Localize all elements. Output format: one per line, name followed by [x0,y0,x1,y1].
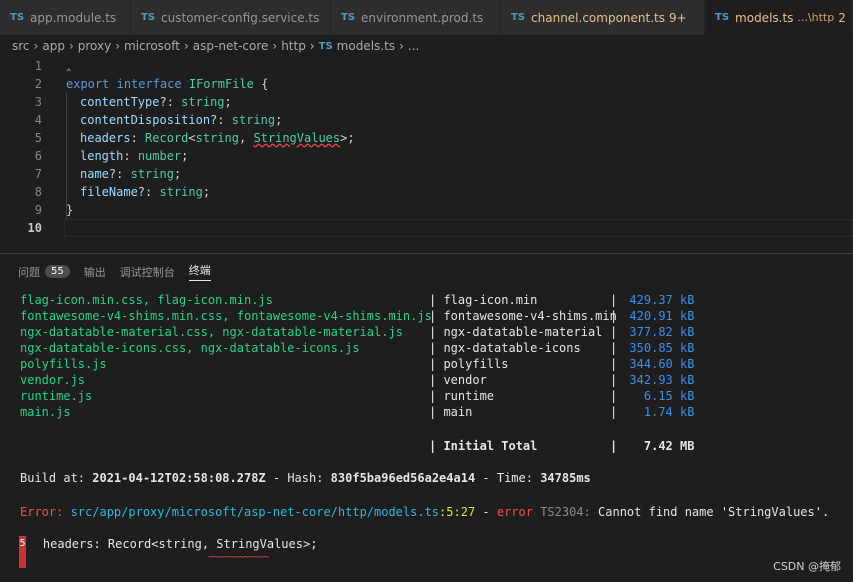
tab-label: models.ts [735,10,794,25]
line-number: 6 [34,149,42,163]
error-underline: ~~~~~~~~~~~~ [208,552,269,563]
line-number: 7 [34,167,42,181]
typescript-icon: TS [141,12,156,23]
chevron-right-icon: › [309,39,315,53]
line-number: 9 [34,203,42,217]
code-text: length: number; [80,149,189,163]
error-snippet: headers: Record<string, StringValues>; [14,537,318,551]
chevron-right-icon: › [399,39,404,53]
terminal-row: ngx-datatable-icons.css, ngx-datatable-i… [20,341,695,355]
typescript-icon: TS [511,12,526,23]
breadcrumb-item[interactable]: asp-net-core [193,39,269,53]
line-number: 5 [34,131,42,145]
tab-environment-prod[interactable]: TS environment.prod.ts [331,0,501,35]
current-line-highlight [64,219,853,237]
line-number: 1 [34,59,42,73]
breadcrumb: src › app › proxy › microsoft › asp-net-core… [0,35,853,57]
code-text: fileName?: string; [80,185,211,199]
tab-label: channel.component.ts [531,10,665,25]
tab-debug-console[interactable]: 调试控制台 [120,264,175,280]
problems-badge: 55 [45,265,70,278]
tab-app-module[interactable]: TS app.module.ts [0,0,131,35]
tab-problem-count: 9+ [669,10,687,25]
tab-problems[interactable]: 问题 55 [18,264,70,280]
terminal-row: ngx-datatable-material.css, ngx-datatabl… [20,325,695,339]
code-editor[interactable]: 1 ⌃ 2 export interface IFormFile { 3 con… [0,57,853,239]
breadcrumb-item[interactable]: http [281,39,306,53]
line-number: 3 [34,95,42,109]
tab-models[interactable]: TS models.ts ...\http 2 ✕ [705,0,853,35]
tab-customer-config-service[interactable]: TS customer-config.service.ts [131,0,331,35]
chevron-right-icon: › [272,39,278,53]
tab-label: environment.prod.ts [361,10,484,25]
line-number: 4 [34,113,42,127]
bottom-panel: 问题 55 输出 调试控制台 终端 flag-icon.min.css, flag… [0,253,853,582]
tab-label: customer-config.service.ts [161,10,320,25]
code-line: 1 ⌃ [0,57,853,78]
breadcrumb-item[interactable]: models.ts [337,39,395,53]
error-squiggle: StringValues [253,131,341,145]
code-line: 6 length: number; [0,147,853,165]
terminal-row: polyfills.js | polyfills | 344.60 kB [20,357,695,371]
tab-problem-count: 2 [838,10,846,25]
typescript-icon: TS [10,12,25,23]
chevron-right-icon: › [115,39,121,53]
code-line: 4 contentDisposition?: string; [0,111,853,129]
code-line: 8 fileName?: string; [0,183,853,201]
terminal-row: vendor.js | vendor | 342.93 kB [20,373,695,387]
terminal-row: main.js | main | 1.74 kB [20,405,695,419]
code-text: } [66,203,74,217]
breadcrumb-item[interactable]: src [12,39,30,53]
chevron-right-icon: › [183,39,189,53]
breadcrumb-item[interactable]: ... [408,39,419,53]
code-line: 5 headers: Record<string, StringValues>; [0,129,853,147]
typescript-icon: TS [715,12,730,23]
editor-tab-bar: TS app.module.ts TS customer-config.serv… [0,0,853,35]
code-text: name?: string; [80,167,182,181]
typescript-icon: TS [341,12,356,23]
breadcrumb-item[interactable]: proxy [78,39,111,53]
code-text: contentDisposition?: string; [80,113,283,127]
code-text: contentType?: string; [80,95,232,109]
tab-terminal[interactable]: 终端 [188,262,211,281]
code-line: 2 export interface IFormFile { [0,75,853,93]
breadcrumb-item[interactable]: microsoft [124,39,180,53]
tab-output[interactable]: 输出 [84,264,106,280]
tab-label: app.module.ts [30,10,117,25]
code-line: 3 contentType?: string; [0,93,853,111]
line-number: 8 [34,185,42,199]
tab-channel-component[interactable]: TS channel.component.ts 9+ [501,0,705,35]
typescript-icon: TS [318,40,333,52]
terminal-row: fontawesome-v4-shims.min.css, fontawesom… [20,309,695,323]
tab-path: ...\http [797,11,835,24]
line-number: 10 [27,221,42,235]
terminal-row: flag-icon.min.css, flag-icon.min.js | fla… [20,293,695,307]
chevron-right-icon: › [33,39,39,53]
terminal-error-line: Error: src/app/proxy/microsoft/asp-net-c… [20,505,830,519]
watermark: CSDN @掩郁 [773,560,841,573]
terminal-build-line: Build at: 2021-04-12T02:58:08.278Z - Has… [20,471,591,485]
code-text: export interface IFormFile { [66,77,269,91]
code-line: 7 name?: string; [0,165,853,183]
panel-tabs: 问题 55 输出 调试控制台 终端 [18,262,225,281]
line-number: 2 [34,77,42,91]
breadcrumb-item[interactable]: app [42,39,65,53]
chevron-right-icon: › [68,39,74,53]
code-line: 9 } [0,201,853,219]
terminal-row: runtime.js | runtime | 6.15 kB [20,389,695,403]
code-line-current: 10 [0,219,853,237]
code-text: headers: Record<string, StringValues>; [80,131,355,145]
